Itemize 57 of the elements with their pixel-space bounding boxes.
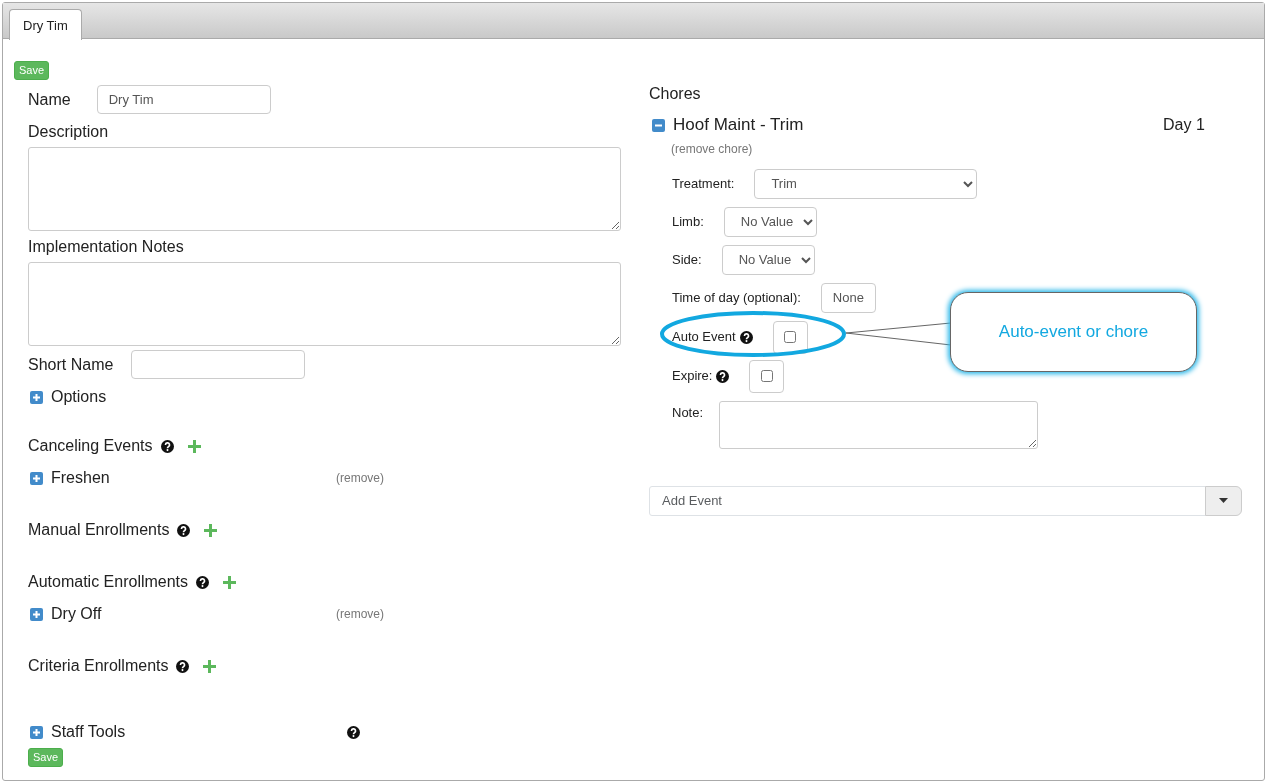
callout-bubble: Auto-event or chore — [950, 292, 1197, 372]
dropdown[interactable]: Trim — [754, 168, 978, 199]
field-label: Note: — [672, 403, 704, 422]
name-field[interactable]: Dry Tim — [96, 85, 271, 114]
field-label: Expire: — [672, 367, 713, 386]
help-icon[interactable] — [716, 369, 730, 383]
list-item[interactable]: Dry Off — [51, 603, 336, 625]
field-label: Side: — [672, 250, 702, 269]
add-event-field[interactable]: Add Event — [649, 485, 1206, 516]
expand-icon[interactable] — [30, 607, 43, 621]
dropdown[interactable]: No Value — [721, 244, 815, 275]
add-icon[interactable] — [203, 659, 217, 673]
short-name-field[interactable] — [131, 350, 306, 379]
help-icon[interactable] — [347, 725, 360, 739]
checkbox[interactable] — [784, 331, 797, 343]
section-title: Criteria Enrollments — [28, 656, 169, 676]
field-label: Description — [28, 122, 110, 142]
field-label: Time of day (optional): — [672, 288, 801, 307]
section-title: Canceling Events — [28, 436, 153, 456]
add-icon[interactable] — [204, 523, 218, 537]
help-icon[interactable] — [196, 575, 210, 589]
remove-link[interactable]: (remove) — [336, 469, 384, 487]
collapse-icon[interactable] — [652, 118, 665, 132]
checkbox[interactable] — [760, 370, 773, 382]
expand-icon[interactable] — [30, 390, 43, 404]
list-item[interactable]: Freshen — [51, 467, 336, 489]
tab[interactable]: Dry Tim — [9, 9, 82, 40]
remove-link[interactable]: (remove chore) — [671, 140, 753, 158]
caret-icon — [1219, 498, 1228, 503]
section-title: Manual Enrollments — [28, 520, 170, 540]
field-label: Implementation Notes — [28, 237, 185, 257]
description-field[interactable] — [28, 147, 621, 231]
section-title: Chores — [649, 84, 702, 104]
add-icon[interactable] — [223, 575, 237, 589]
expand-icon[interactable] — [30, 471, 43, 485]
field-label: Name — [28, 89, 71, 110]
dropdown[interactable]: No Value — [723, 206, 817, 237]
field-label: Limb: — [672, 212, 704, 231]
chore-title: Hoof Maint - Trim — [673, 114, 805, 137]
field-label: Treatment: — [672, 174, 735, 193]
field-label: Short Name — [28, 354, 114, 375]
remove-link[interactable]: (remove) — [336, 605, 384, 623]
notes-field[interactable] — [28, 262, 621, 346]
help-icon[interactable] — [176, 659, 190, 673]
add-icon[interactable] — [187, 439, 201, 453]
section-toggle[interactable]: Staff Tools — [51, 721, 347, 743]
help-icon[interactable] — [160, 439, 174, 453]
time-button[interactable]: None — [820, 282, 876, 313]
field-label: Auto Event — [672, 328, 736, 347]
expand-icon[interactable] — [30, 725, 43, 739]
section-toggle[interactable]: Options — [51, 386, 107, 408]
day-label: Day 1 — [1163, 115, 1205, 135]
help-icon[interactable] — [177, 523, 191, 537]
dropdown-button[interactable] — [1205, 485, 1242, 516]
help-icon[interactable] — [739, 330, 753, 344]
section-title: Automatic Enrollments — [28, 572, 189, 592]
note-field[interactable] — [719, 400, 1039, 449]
